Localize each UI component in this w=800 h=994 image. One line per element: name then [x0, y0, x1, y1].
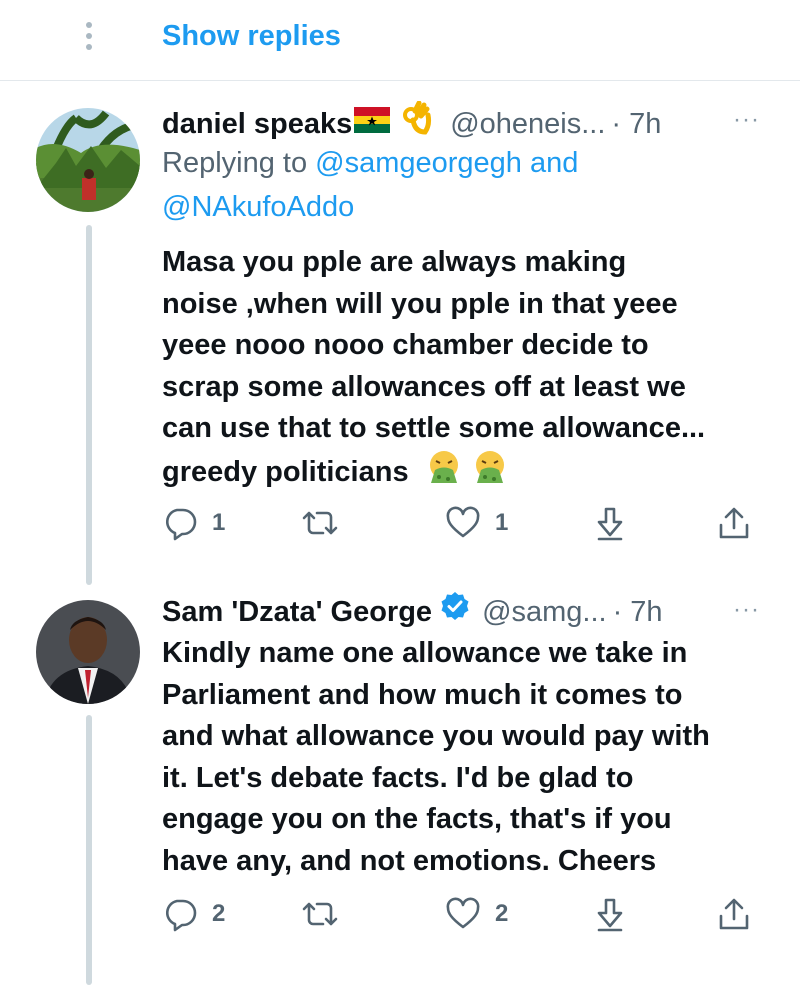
retweet-button[interactable] [302, 896, 338, 932]
ok-hand-icon [400, 100, 434, 146]
reply-count: 1 [212, 509, 226, 536]
tweet-line: Parliament and how much it comes to [162, 678, 683, 711]
tweet-time[interactable]: · 7h [613, 592, 663, 632]
tweet-line: noise ,when will you pple in that yeee [162, 287, 678, 320]
author-name[interactable]: daniel speaks [162, 104, 352, 144]
reply-count: 2 [212, 900, 226, 927]
avatar-daniel[interactable] [36, 108, 140, 212]
download-icon [597, 898, 623, 932]
tweet-line: Masa you pple are always making [162, 246, 627, 278]
download-icon [597, 507, 623, 541]
like-icon [446, 506, 480, 538]
vomit-emoji-icon [427, 450, 461, 497]
avatar-sam-george[interactable] [36, 600, 140, 704]
vomit-emoji-icon [473, 450, 507, 497]
like-button[interactable]: 1 [445, 505, 508, 541]
retweet-button[interactable] [302, 505, 338, 541]
tweet-line: scrap some allowances off at least we [162, 370, 686, 403]
download-button[interactable] [592, 505, 628, 541]
replying-to: Replying to @samgeorgegh and [162, 141, 578, 185]
like-count: 1 [495, 509, 509, 536]
tweet-line: have any, and not emotions. Cheers [162, 844, 657, 877]
reply-button[interactable]: 1 [162, 505, 225, 541]
reply-icon [165, 508, 197, 541]
like-button[interactable]: 2 [445, 896, 508, 932]
reply-button[interactable]: 2 [162, 896, 225, 932]
replying-and: and [521, 147, 579, 179]
tweet-line-last: greedy politicians [162, 450, 705, 497]
more-options-icon[interactable]: ··· [733, 106, 760, 134]
retweet-icon [302, 902, 338, 926]
replying-prefix: Replying to [162, 147, 316, 179]
tweet-text: Kindly name one allowance we take in Par… [162, 633, 710, 882]
thread-line [86, 715, 92, 985]
tweet-line: engage you on the facts, that's if you [162, 803, 672, 835]
thread-dots-icon [84, 22, 94, 52]
tweet-text: Masa you pple are always making noise ,w… [162, 242, 705, 496]
thread-line [86, 225, 92, 585]
tweet-line: it. Let's debate facts. I'd be glad to [162, 761, 634, 794]
author-name[interactable]: Sam 'Dzata' George [162, 592, 432, 632]
tweet-header: daniel speaks @oheneis... · 7h [162, 100, 661, 146]
author-handle[interactable]: @samg... [482, 592, 607, 632]
share-button[interactable] [716, 505, 752, 541]
verified-icon [440, 591, 470, 632]
share-icon [719, 898, 749, 930]
mention-nakufoaddo[interactable]: @NAkufoAddo [162, 191, 354, 223]
like-count: 2 [495, 900, 509, 927]
tweet-time[interactable]: · 7h [611, 104, 661, 144]
tweet-line: Kindly name one allowance we take in [162, 637, 688, 669]
ghana-flag-icon [354, 104, 391, 144]
tweet-line: yeee nooo nooo chamber decide to [162, 329, 649, 361]
divider [0, 80, 800, 81]
tweet-header: Sam 'Dzata' George @samg... · 7h [162, 591, 663, 632]
retweet-icon [302, 511, 338, 535]
more-options-icon[interactable]: ··· [733, 596, 760, 624]
show-replies-link[interactable]: Show replies [162, 20, 341, 53]
reply-icon [165, 899, 197, 932]
share-icon [719, 507, 749, 539]
tweet-line: can use that to settle some allowance... [162, 412, 706, 444]
like-icon [446, 897, 480, 929]
mention-samgeorgegh[interactable]: @samgeorgegh [315, 147, 522, 179]
author-handle[interactable]: @oheneis... [450, 104, 605, 144]
tweet-line-text: greedy politicians [162, 455, 409, 488]
tweet-line: and what allowance you would pay with [162, 720, 710, 752]
replying-to-line2: @NAkufoAddo [162, 185, 354, 229]
share-button[interactable] [716, 896, 752, 932]
download-button[interactable] [592, 896, 628, 932]
